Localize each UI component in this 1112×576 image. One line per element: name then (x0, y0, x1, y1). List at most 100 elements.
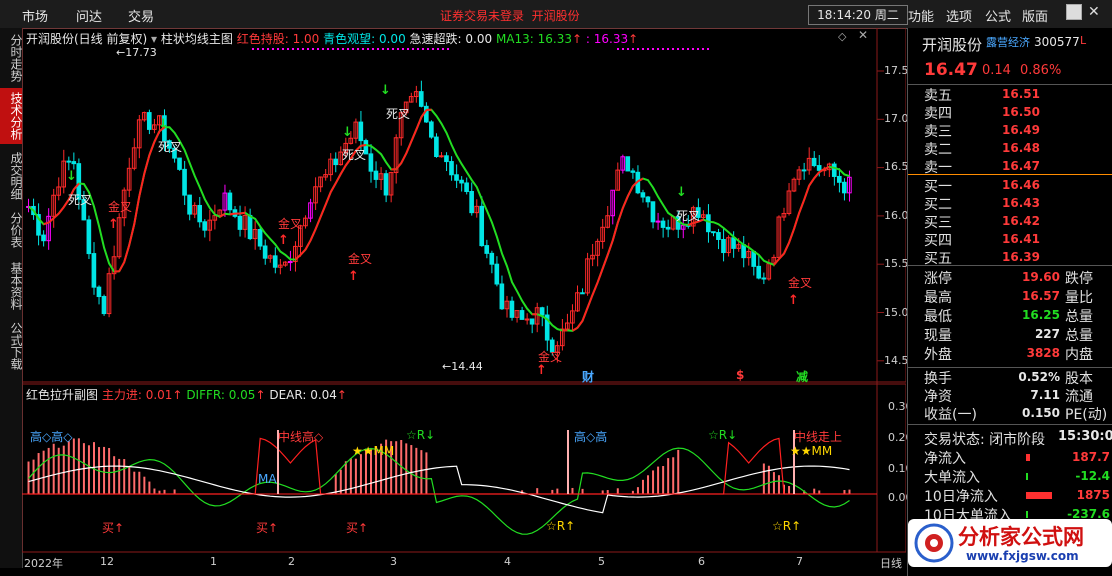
divider-mid (908, 174, 1112, 175)
indicator-icon[interactable]: ▾ (151, 32, 157, 46)
bid-price[interactable]: 16.42 (1002, 214, 1040, 228)
ask-label: 卖三 (924, 124, 952, 140)
candle-body (494, 263, 500, 285)
stat-value: 227 (1034, 327, 1060, 341)
flow-bar (1026, 473, 1028, 480)
stat-label: 现量 (924, 328, 952, 344)
gold-cross-1: 金叉 (108, 200, 133, 214)
top-dot (307, 48, 309, 50)
top-dot (287, 48, 289, 50)
diamond-icon[interactable]: ◇ (838, 30, 846, 43)
menu-wenda[interactable]: 问达 (76, 6, 102, 25)
window-button-icon[interactable] (1066, 4, 1082, 20)
gold-cross-3: 金叉 (348, 252, 373, 266)
status-time: 15:30:0 (1058, 429, 1112, 444)
candle-body (801, 169, 807, 172)
bid-price[interactable]: 16.41 (1002, 232, 1040, 246)
dear-arrow: ↑ (336, 388, 347, 402)
tab-formula-download[interactable]: 公式下载 (0, 318, 23, 374)
dividend-marker[interactable]: $ (736, 368, 744, 382)
sub-title[interactable]: 红色拉升副图 (26, 388, 98, 402)
stat-label: 涨停 (924, 271, 952, 287)
bid-price[interactable]: 16.43 (1002, 196, 1040, 210)
x-label-2: 2 (288, 555, 295, 568)
x-label-1: 1 (210, 555, 217, 568)
stock-code: 300577 (1034, 35, 1080, 49)
close-pane-icon[interactable]: ✕ (858, 28, 868, 42)
signal-arrow: ↓ (158, 117, 169, 132)
ask-price[interactable]: 16.48 (1002, 141, 1040, 155)
dead-cross-1: 死叉 (68, 193, 93, 207)
tab-price-table[interactable]: 分价表 (0, 208, 23, 252)
flow-bar (1026, 511, 1028, 518)
finance-marker[interactable]: 财 (582, 368, 594, 385)
candle-body (489, 252, 495, 265)
candle-body (257, 228, 263, 247)
ask-price[interactable]: 16.49 (1002, 123, 1040, 137)
stat2-value: 0.150 (1022, 406, 1060, 420)
menu-trade[interactable]: 交易 (128, 6, 154, 25)
ask-price[interactable]: 16.50 (1002, 105, 1040, 119)
candle-body (660, 220, 666, 228)
ma13-label-2: : 16.33 (585, 32, 629, 46)
top-dot (302, 48, 304, 50)
cyan-watch-label: 青色观望: 0.00 (323, 32, 406, 46)
candle-body (499, 283, 505, 310)
menu-layout[interactable]: 版面 (1022, 6, 1048, 25)
tab-fundamentals[interactable]: 基本资料 (0, 258, 23, 314)
top-dot (412, 48, 414, 50)
watermark-url: www.fxjgsw.com (966, 549, 1079, 563)
watermark-logo: 分析家公式网 www.fxjgsw.com (908, 519, 1112, 567)
candle-body (434, 136, 439, 158)
sub-header: 红色拉升副图 主力进: 0.01↑ DIFFR: 0.05↑ DEAR: 0.0… (26, 386, 347, 403)
candle-body (71, 161, 77, 165)
flow-value: 1875 (1076, 488, 1110, 502)
indicator-name[interactable]: 柱状均线主图 (161, 32, 233, 46)
top-dot (697, 48, 699, 50)
stat-label-right: 量比 (1065, 290, 1093, 306)
diffr-label: DIFFR: 0.05 (186, 388, 256, 402)
candle-body (640, 192, 646, 198)
menu-formula[interactable]: 公式 (985, 6, 1011, 25)
low-marker: ←14.44 (442, 360, 483, 373)
chart-svg[interactable]: ↓ ↓ ↓ ↓ ↓ ↑ ↑ ↑ ↑ ↑ (22, 28, 906, 576)
bid-price[interactable]: 16.39 (1002, 250, 1040, 264)
bid-label: 买二 (924, 197, 952, 213)
candle-body (751, 250, 757, 267)
tab-technical[interactable]: 技术分析 (0, 88, 23, 144)
candle-body (288, 261, 293, 264)
menu-function[interactable]: 功能 (908, 6, 934, 25)
top-dot (342, 48, 344, 50)
ask-price[interactable]: 16.47 (1002, 159, 1040, 173)
menu-options[interactable]: 选项 (946, 6, 972, 25)
top-dot (267, 48, 269, 50)
chart-area[interactable]: ↓ ↓ ↓ ↓ ↓ ↑ ↑ ↑ ↑ ↑ 开润股份(日线 前复权) ▾ 柱状均线主图 红色持股: 1… (22, 28, 916, 576)
stat-label: 外盘 (924, 347, 952, 363)
ask-price[interactable]: 16.51 (1002, 87, 1040, 101)
x-label-6: 6 (698, 555, 705, 568)
candle-body (227, 192, 233, 211)
sub-buy-1: 买↑ (102, 521, 125, 535)
tab-intraday[interactable]: 分时走势 (0, 30, 23, 86)
menu-market[interactable]: 市场 (22, 6, 48, 25)
candle-body (842, 181, 847, 194)
top-dot (642, 48, 644, 50)
stat2-label-right: 流通 (1065, 389, 1093, 405)
candle-body (146, 112, 152, 130)
ma13-label: MA13: 16.33 (495, 32, 572, 46)
flow-label: 10日净流入 (924, 489, 998, 505)
concept-tag[interactable]: 露营经济 (986, 34, 1030, 50)
close-icon[interactable]: ✕ (1088, 4, 1100, 20)
candle-body (484, 245, 490, 254)
reduce-marker[interactable]: 减 (796, 368, 808, 385)
sub-pane-layer (22, 430, 877, 535)
tab-trades[interactable]: 成交明细 (0, 148, 23, 204)
top-dot (407, 48, 409, 50)
candle-body (91, 253, 97, 288)
period-tag[interactable]: 日线 (880, 555, 902, 571)
top-dot (662, 48, 664, 50)
candle-body (625, 156, 631, 172)
promo-text[interactable]: 证券交易未登录 开润股份 (440, 7, 580, 24)
stat-label: 最低 (924, 309, 952, 325)
bid-price[interactable]: 16.46 (1002, 178, 1040, 192)
